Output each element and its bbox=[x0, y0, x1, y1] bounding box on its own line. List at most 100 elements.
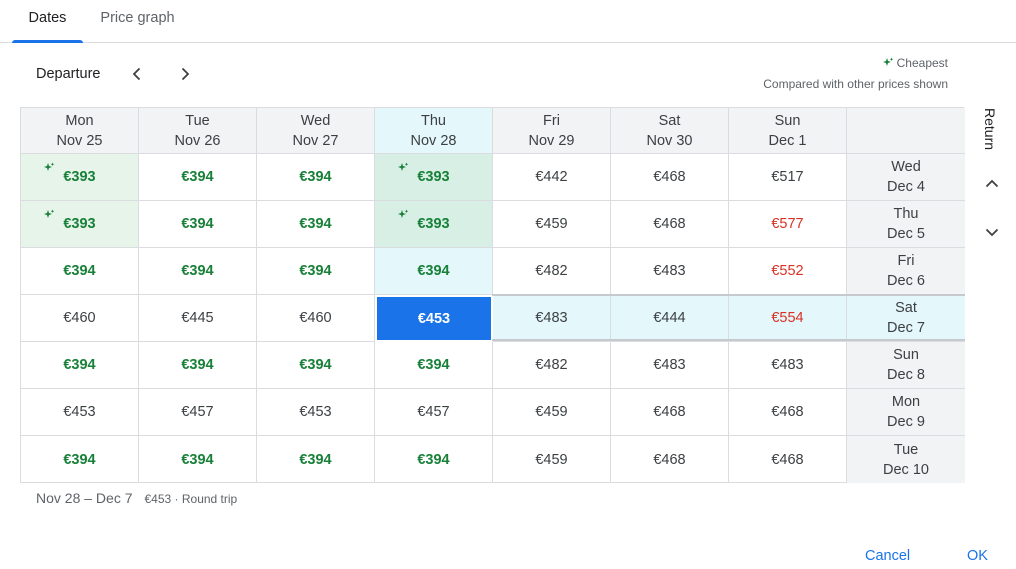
tab-price-graph[interactable]: Price graph bbox=[90, 0, 185, 43]
price-cell[interactable]: €482 bbox=[493, 248, 611, 295]
price-value: €552 bbox=[771, 263, 804, 279]
price-value: €394 bbox=[417, 263, 450, 279]
price-cell[interactable]: €468 bbox=[611, 389, 729, 436]
return-row-header[interactable]: Tue Dec 10 bbox=[847, 436, 965, 483]
price-cell[interactable]: €394 bbox=[257, 154, 375, 201]
next-week-button[interactable] bbox=[173, 62, 197, 86]
price-cell[interactable]: €468 bbox=[729, 389, 847, 436]
column-date: Nov 26 bbox=[174, 132, 221, 149]
price-cell[interactable]: €393 bbox=[21, 154, 139, 201]
price-value: €394 bbox=[299, 263, 332, 279]
selection-summary: Nov 28 – Dec 7 €453 · Round trip bbox=[36, 490, 237, 506]
price-cell[interactable]: €453 bbox=[375, 295, 493, 342]
price-cell[interactable]: €483 bbox=[729, 342, 847, 389]
price-value: €394 bbox=[63, 263, 96, 279]
date-price-grid: Mon Nov 25 Tue Nov 26 Wed Nov 27 Thu Nov 28 Fri N… bbox=[20, 107, 965, 483]
price-cell[interactable]: €444 bbox=[611, 295, 729, 342]
price-cell[interactable]: €442 bbox=[493, 154, 611, 201]
price-cell[interactable]: €394 bbox=[257, 201, 375, 248]
previous-return-week-button[interactable] bbox=[980, 172, 1004, 196]
price-value: €393 bbox=[417, 169, 450, 185]
price-value: €393 bbox=[63, 169, 96, 185]
price-cell[interactable]: €393 bbox=[21, 201, 139, 248]
price-cell[interactable]: €393 bbox=[375, 201, 493, 248]
return-row-header[interactable]: Fri Dec 6 bbox=[847, 248, 965, 295]
price-value: €442 bbox=[535, 169, 568, 185]
price-cell[interactable]: €482 bbox=[493, 342, 611, 389]
price-cell[interactable]: €394 bbox=[257, 436, 375, 483]
price-value: €482 bbox=[535, 357, 568, 373]
row-day: Thu bbox=[893, 206, 919, 222]
price-cell[interactable]: €394 bbox=[139, 342, 257, 389]
row-day: Wed bbox=[891, 159, 921, 175]
price-cell[interactable]: €468 bbox=[611, 154, 729, 201]
column-day: Tue bbox=[185, 112, 210, 129]
departure-column-header: Wed Nov 27 bbox=[257, 108, 375, 154]
price-cell[interactable]: €460 bbox=[257, 295, 375, 342]
price-value: €468 bbox=[653, 169, 686, 185]
price-value: €393 bbox=[417, 216, 450, 232]
price-cell[interactable]: €468 bbox=[729, 436, 847, 483]
price-value: €444 bbox=[653, 310, 686, 326]
price-cell[interactable]: €453 bbox=[21, 389, 139, 436]
price-value: €482 bbox=[535, 263, 568, 279]
return-row-header[interactable]: Thu Dec 5 bbox=[847, 201, 965, 248]
return-row-header[interactable]: Sun Dec 8 bbox=[847, 342, 965, 389]
price-cell[interactable]: €394 bbox=[375, 342, 493, 389]
row-date: Dec 5 bbox=[887, 226, 925, 242]
price-cell[interactable]: €394 bbox=[21, 342, 139, 389]
row-day: Sat bbox=[895, 300, 917, 316]
return-row-header[interactable]: Wed Dec 4 bbox=[847, 154, 965, 201]
price-cell[interactable]: €394 bbox=[139, 436, 257, 483]
price-value: €453 bbox=[417, 310, 451, 327]
price-value: €459 bbox=[535, 451, 568, 468]
price-cell[interactable]: €457 bbox=[139, 389, 257, 436]
price-cell[interactable]: €459 bbox=[493, 436, 611, 483]
price-cell[interactable]: €394 bbox=[139, 154, 257, 201]
previous-week-button[interactable] bbox=[125, 62, 149, 86]
price-cell[interactable]: €577 bbox=[729, 201, 847, 248]
price-cell[interactable]: €394 bbox=[257, 248, 375, 295]
price-cell[interactable]: €459 bbox=[493, 201, 611, 248]
ok-button[interactable]: OK bbox=[967, 548, 988, 564]
price-cell[interactable]: €517 bbox=[729, 154, 847, 201]
price-cell[interactable]: €453 bbox=[257, 389, 375, 436]
chevron-right-icon bbox=[181, 67, 190, 81]
price-value: €577 bbox=[771, 216, 804, 232]
cancel-button[interactable]: Cancel bbox=[865, 548, 910, 564]
tab-dates[interactable]: Dates bbox=[12, 0, 83, 43]
price-value: €394 bbox=[181, 216, 214, 232]
price-cell[interactable]: €552 bbox=[729, 248, 847, 295]
price-cell[interactable]: €393 bbox=[375, 154, 493, 201]
price-cell[interactable]: €483 bbox=[611, 248, 729, 295]
price-cell[interactable]: €394 bbox=[139, 248, 257, 295]
price-cell[interactable]: €394 bbox=[21, 248, 139, 295]
price-cell[interactable]: €445 bbox=[139, 295, 257, 342]
price-cell[interactable]: €394 bbox=[375, 436, 493, 483]
return-label: Return bbox=[982, 108, 998, 151]
price-value: €394 bbox=[417, 357, 450, 373]
price-cell[interactable]: €483 bbox=[493, 295, 611, 342]
price-cell[interactable]: €394 bbox=[257, 342, 375, 389]
column-day: Mon bbox=[65, 112, 94, 129]
price-cell[interactable]: €394 bbox=[139, 201, 257, 248]
price-cell[interactable]: €394 bbox=[375, 248, 493, 295]
price-value: €468 bbox=[653, 451, 686, 468]
row-date: Dec 8 bbox=[887, 367, 925, 383]
price-cell[interactable]: €394 bbox=[21, 436, 139, 483]
chevron-up-icon bbox=[985, 179, 999, 188]
price-cell[interactable]: €468 bbox=[611, 201, 729, 248]
price-cell[interactable]: €554 bbox=[729, 295, 847, 342]
next-return-week-button[interactable] bbox=[980, 220, 1004, 244]
return-row-header[interactable]: Sat Dec 7 bbox=[847, 295, 965, 342]
return-row-header[interactable]: Mon Dec 9 bbox=[847, 389, 965, 436]
price-cell[interactable]: €457 bbox=[375, 389, 493, 436]
price-value: €394 bbox=[417, 451, 450, 468]
price-value: €460 bbox=[299, 310, 332, 326]
price-value: €394 bbox=[63, 451, 96, 468]
price-cell[interactable]: €468 bbox=[611, 436, 729, 483]
price-cell[interactable]: €460 bbox=[21, 295, 139, 342]
selected-price: €453 · Round trip bbox=[144, 492, 238, 506]
price-cell[interactable]: €459 bbox=[493, 389, 611, 436]
price-cell[interactable]: €483 bbox=[611, 342, 729, 389]
